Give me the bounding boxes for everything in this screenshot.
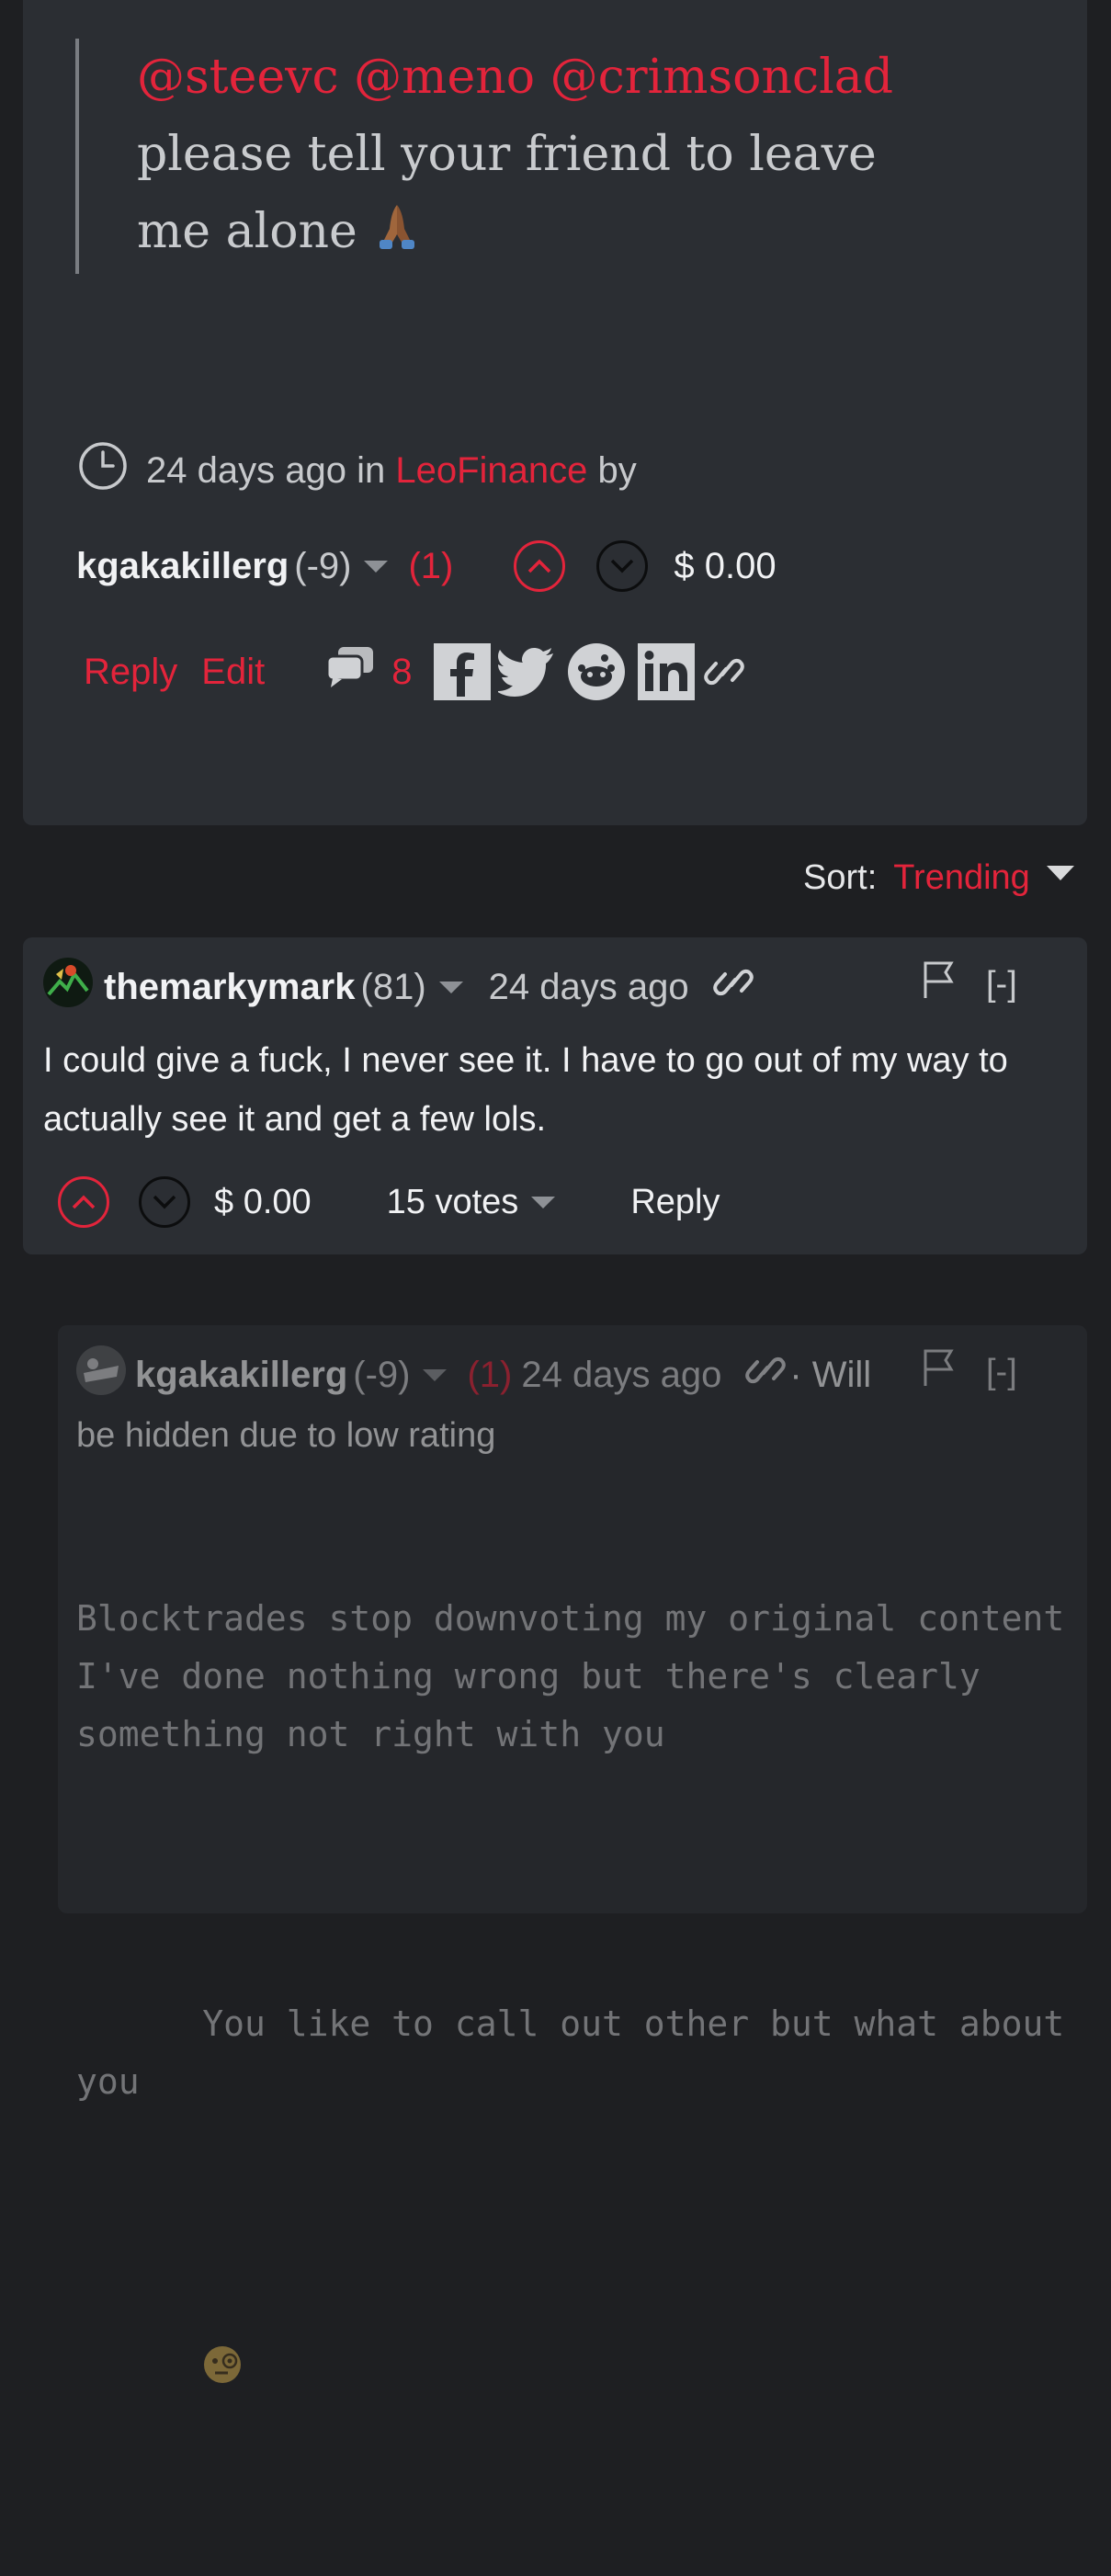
post-body-text: please tell your friend to leave me alon… — [137, 127, 877, 259]
comment-actions: $ 0.00 15 votes Reply — [58, 1176, 720, 1228]
link-icon[interactable] — [704, 649, 745, 695]
comment-body: I could give a fuck, I never see it. I h… — [43, 1041, 1008, 1139]
votes-dropdown-icon[interactable] — [531, 1196, 556, 1209]
collapse-button[interactable]: [-] — [986, 965, 1017, 1004]
sort-dropdown-icon[interactable] — [1046, 865, 1074, 880]
sort-control[interactable]: Sort: Trending — [803, 858, 1074, 898]
link-icon[interactable] — [745, 1347, 787, 1402]
post-body: please tell your friend to leave me alon… — [137, 116, 964, 274]
sort-value[interactable]: Trending — [893, 858, 1030, 898]
collapse-button[interactable]: [-] — [986, 1353, 1017, 1392]
comment-author[interactable]: kgakakillerg — [135, 1355, 347, 1396]
link-icon[interactable] — [712, 959, 754, 1015]
post-meta: 24 days ago in LeoFinance by — [78, 441, 637, 500]
upvote-button[interactable] — [58, 1176, 109, 1228]
community-link[interactable]: LeoFinance — [395, 450, 587, 491]
mention-links[interactable]: @steevc @meno @crimsonclad — [137, 39, 964, 116]
hidden-comment-body: Blocktrades stop downvoting my original … — [76, 1474, 1069, 2576]
post-in: in — [357, 449, 386, 491]
comment-header: kgakakillerg (-9) (1) 24 days ago · Will — [76, 1345, 871, 1404]
avatar[interactable] — [76, 1345, 126, 1404]
author-dropdown-icon[interactable] — [438, 981, 463, 993]
edit-button[interactable]: Edit — [201, 652, 265, 693]
upvote-button[interactable] — [514, 540, 566, 592]
post-card: @steevc @meno @crimsonclad please tell y… — [23, 0, 1087, 825]
downvote-button[interactable] — [139, 1176, 190, 1228]
flag-icon[interactable] — [922, 959, 955, 1009]
linkedin-icon[interactable] — [638, 643, 696, 700]
reply-button[interactable]: Reply — [630, 1183, 720, 1222]
author-reputation: (-9) — [353, 1354, 411, 1395]
author-reputation: (81) — [360, 966, 426, 1007]
flag-count[interactable]: (1) — [408, 546, 453, 587]
votes-count[interactable]: 15 votes — [387, 1183, 519, 1222]
comment-time[interactable]: 24 days ago — [489, 967, 689, 1008]
author-dropdown-icon[interactable] — [364, 560, 389, 573]
comment-header: themarkymark (81) 24 days ago — [43, 958, 754, 1016]
pray-emoji-icon — [372, 197, 422, 274]
comments-icon[interactable] — [325, 645, 375, 698]
chevron-down-icon — [611, 559, 634, 573]
flag-count[interactable]: (1) — [467, 1355, 512, 1396]
clock-icon — [78, 441, 128, 500]
post-author[interactable]: kgakakillerg — [76, 546, 289, 587]
author-dropdown-icon[interactable] — [423, 1368, 448, 1381]
post-payout[interactable]: $ 0.00 — [674, 546, 776, 587]
comment-payout[interactable]: $ 0.00 — [214, 1183, 312, 1222]
flag-icon[interactable] — [922, 1347, 955, 1397]
sort-label: Sort: — [803, 858, 878, 897]
post-actions: Reply Edit 8 — [84, 643, 745, 700]
comment-header-right: [-] — [922, 959, 1017, 1009]
facebook-icon[interactable] — [434, 643, 492, 700]
post-author-line: kgakakillerg (-9) (1) $ 0.00 — [76, 540, 777, 592]
avatar[interactable] — [43, 958, 93, 1016]
reply-button[interactable]: Reply — [84, 652, 177, 693]
chevron-up-icon — [528, 559, 551, 573]
reddit-icon[interactable] — [568, 643, 626, 700]
post-time: 24 days ago — [146, 449, 346, 491]
chevron-down-icon — [153, 1195, 176, 1209]
comment-header-right: [-] — [922, 1347, 1017, 1397]
hidden-comment-paragraph-2: You like to call out other but what abou… — [76, 2003, 1086, 2102]
monocle-emoji-icon — [76, 2287, 1069, 2460]
hidden-comment-card: kgakakillerg (-9) (1) 24 days ago · Will… — [58, 1325, 1087, 2383]
post-blockquote: @steevc @meno @crimsonclad please tell y… — [75, 39, 964, 274]
chevron-up-icon — [72, 1195, 96, 1209]
hidden-note-start: · Will — [789, 1354, 872, 1395]
hidden-note-end: be hidden due to low rating — [76, 1416, 496, 1455]
comment-author[interactable]: themarkymark — [104, 967, 356, 1008]
author-reputation: (-9) — [294, 545, 352, 586]
comment-time[interactable]: 24 days ago — [521, 1355, 721, 1396]
downvote-button[interactable] — [596, 540, 649, 592]
post-by: by — [597, 449, 637, 491]
hidden-comment-paragraph-1: Blocktrades stop downvoting my original … — [76, 1598, 1086, 1754]
comment-card: themarkymark (81) 24 days ago [-] I coul… — [23, 937, 1087, 1254]
comments-count[interactable]: 8 — [391, 652, 412, 693]
twitter-icon[interactable] — [498, 647, 555, 697]
